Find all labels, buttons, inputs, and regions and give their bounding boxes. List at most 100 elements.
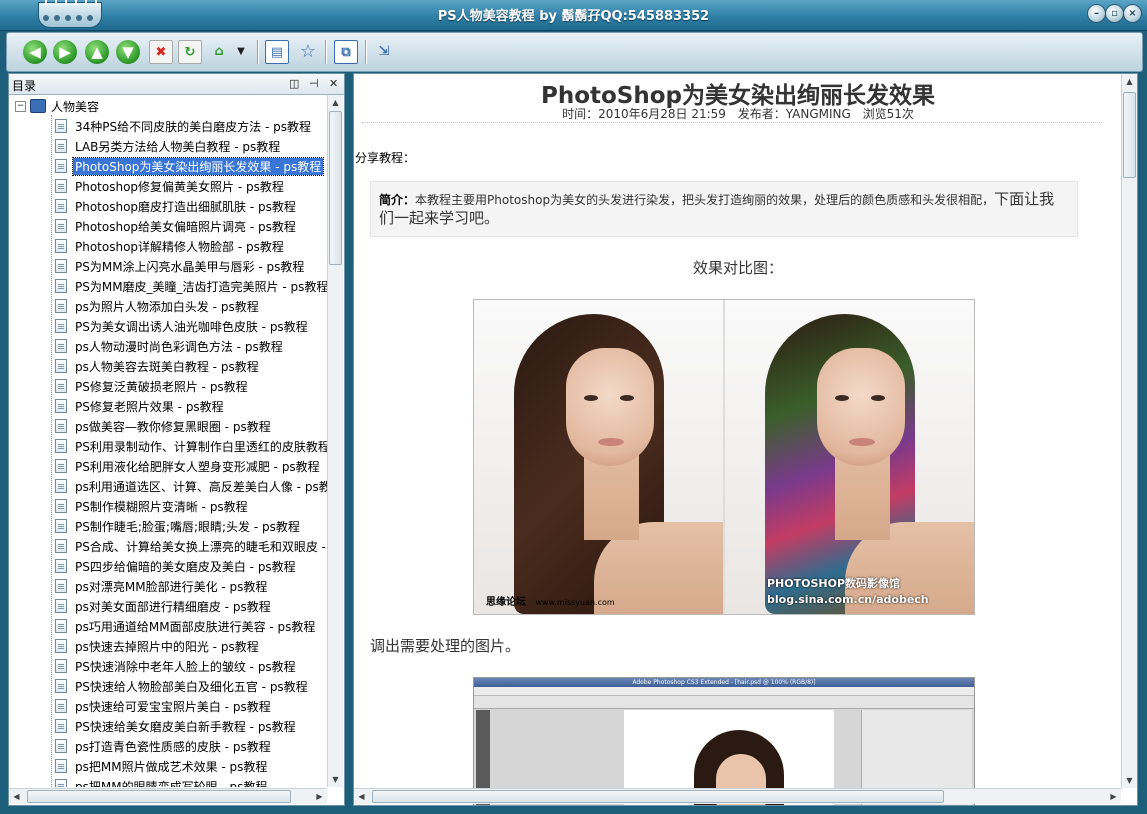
article-divider [362,122,1102,123]
close-button[interactable]: × [1123,4,1142,23]
tree-item[interactable]: ps快速去掉照片中的阳光 - ps教程 [41,636,327,656]
pane-dock-icon[interactable]: ◫ [289,77,299,90]
article-pane: PhotoShop为美女染出绚丽长发效果 时间：2010年6月28日 21:59… [353,73,1138,806]
article-hscroll-thumb[interactable] [372,790,944,803]
home-dropdown-button[interactable]: ▼ [235,40,247,62]
scroll-up-icon[interactable]: ▲ [1122,74,1137,89]
favorites-button[interactable]: ☆ [297,40,319,62]
document-icon [55,719,67,733]
maximize-icon: ▫ [1111,8,1118,19]
tree-item-label: ps做美容—教你修复黑眼圈 - ps教程 [75,419,271,434]
document-icon [55,399,67,413]
scroll-down-icon[interactable]: ▼ [328,772,343,787]
tree-item[interactable]: PS利用录制动作、计算制作白里透红的皮肤教程 [41,436,327,456]
tree-item[interactable]: ps巧用通道给MM面部皮肤进行美容 - ps教程 [41,616,327,636]
tree-item[interactable]: PS利用液化给肥胖女人塑身变形减肥 - ps教程 [41,456,327,476]
tree-item[interactable]: Photoshop修复偏黄美女照片 - ps教程 [41,176,327,196]
tree-item-label: ps为照片人物添加白头发 - ps教程 [75,299,259,314]
scroll-up-icon[interactable]: ▲ [328,95,343,110]
down-button[interactable]: ▼ [116,40,140,64]
face-shape [566,348,654,466]
tree-item[interactable]: PS为MM涂上闪亮水晶美甲与唇彩 - ps教程 [41,256,327,276]
forward-button[interactable]: ▶ [53,40,77,64]
tree-item[interactable]: ps利用通道选区、计算、高反差美白人像 - ps教 [41,476,327,496]
tree-item[interactable]: PS制作模糊照片变清晰 - ps教程 [41,496,327,516]
tree-item[interactable]: ps快速给可爱宝宝照片美白 - ps教程 [41,696,327,716]
tree-item[interactable]: 34种PS给不同皮肤的美白磨皮方法 - ps教程 [41,116,327,136]
tree-item-label: PS为美女调出诱人油光咖啡色皮肤 - ps教程 [75,319,308,334]
article-vertical-scrollbar[interactable]: ▲ ▼ [1121,74,1137,788]
scroll-left-icon[interactable]: ◀ [354,789,369,804]
tree-item[interactable]: ps为照片人物添加白头发 - ps教程 [41,296,327,316]
refresh-button[interactable]: ↻ [178,40,202,64]
tree-item[interactable]: ps对美女面部进行精细磨皮 - ps教程 [41,596,327,616]
tree-item[interactable]: PS四步给偏暗的美女磨皮及美白 - ps教程 [41,556,327,576]
tree-item[interactable]: LAB另类方法给人物美白教程 - ps教程 [41,136,327,156]
tree-item-label: 34种PS给不同皮肤的美白磨皮方法 - ps教程 [75,119,311,134]
article-views: 浏览51次 [862,107,914,121]
share-label[interactable]: 分享教程： [355,149,415,166]
toolbar-separator [325,40,327,64]
home-button[interactable]: ⌂ [208,40,230,62]
tree-item[interactable]: PS为美女调出诱人油光咖啡色皮肤 - ps教程 [41,316,327,336]
before-after-image: 思缘论坛 www.missyuan.com PHOTOSHOP数码影像馆 blo… [473,299,975,615]
book-icon [30,99,46,113]
tree-item[interactable]: PS为MM磨皮_美瞳_洁齿打造完美照片 - ps教程 [41,276,327,296]
toc-hscroll-thumb[interactable] [27,790,291,803]
document-icon [55,579,67,593]
toc-vscroll-thumb[interactable] [329,111,342,265]
tree-item[interactable]: ps对漂亮MM脸部进行美化 - ps教程 [41,576,327,596]
toolbar: ◀ ▶ ▲ ▼ ✖ ↻ ⌂ ▼ ▤ ☆ ⧉ ⇲ [6,32,1143,72]
arrow-up-icon: ▲ [91,43,103,61]
tree-item[interactable]: PS制作睫毛;脸蛋;嘴唇;眼睛;头发 - ps教程 [41,516,327,536]
window-button[interactable]: ⧉ [334,40,358,64]
tree-item[interactable]: PS修复泛黄破损老照片 - ps教程 [41,376,327,396]
back-button[interactable]: ◀ [23,40,47,64]
scroll-down-icon[interactable]: ▼ [1122,773,1137,788]
article-horizontal-scrollbar[interactable]: ◀ ▶ [354,788,1121,804]
scroll-right-icon[interactable]: ▶ [312,789,327,804]
tree-item-label: PS快速消除中老年人脸上的皱纹 - ps教程 [75,659,296,674]
pane-close-icon[interactable]: ✕ [329,77,338,90]
tree-item[interactable]: PS合成、计算给美女换上漂亮的睫毛和双眼皮 - [41,536,327,556]
tree-root-node[interactable]: − 人物美容 [15,97,99,115]
tree-item[interactable]: ps把MM的眼睛变成写轮眼 - ps教程 [41,776,327,787]
tree-item-label: PS四步给偏暗的美女磨皮及美白 - ps教程 [75,559,296,574]
tree-item[interactable]: PS快速给美女磨皮美白新手教程 - ps教程 [41,716,327,736]
tree-item[interactable]: ps做美容—教你修复黑眼圈 - ps教程 [41,416,327,436]
exit-button[interactable]: ⇲ [373,40,395,62]
tree-item-label: ps快速去掉照片中的阳光 - ps教程 [75,639,259,654]
tree-item-label: PS合成、计算给美女换上漂亮的睫毛和双眼皮 - [75,539,326,554]
tree-item[interactable]: ps人物美容去斑美白教程 - ps教程 [41,356,327,376]
tree-item[interactable]: PS快速给人物脸部美白及细化五官 - ps教程 [41,676,327,696]
tree-item[interactable]: ps人物动漫时尚色彩调色方法 - ps教程 [41,336,327,356]
document-icon [55,519,67,533]
article-vscroll-thumb[interactable] [1123,92,1136,178]
tree-item[interactable]: ps打造青色瓷性质感的皮肤 - ps教程 [41,736,327,756]
tree-item[interactable]: PS修复老照片效果 - ps教程 [41,396,327,416]
document-icon [55,739,67,753]
tree-item[interactable]: Photoshop详解精修人物脸部 - ps教程 [41,236,327,256]
up-button[interactable]: ▲ [85,40,109,64]
tree-item[interactable]: ps把MM照片做成艺术效果 - ps教程 [41,756,327,776]
tree-item[interactable]: Photoshop磨皮打造出细腻肌肤 - ps教程 [41,196,327,216]
tree-item-label: PS利用录制动作、计算制作白里透红的皮肤教程 [75,439,327,454]
document-icon [55,659,67,673]
stop-button[interactable]: ✖ [149,40,173,64]
scroll-right-icon[interactable]: ▶ [1106,789,1121,804]
tree-item-label: Photoshop详解精修人物脸部 - ps教程 [75,239,284,254]
tree-item-label: PS修复泛黄破损老照片 - ps教程 [75,379,248,394]
collapse-icon[interactable]: − [15,100,26,112]
toc-vertical-scrollbar[interactable]: ▲ ▼ [327,95,343,787]
title-bar[interactable]: PS人物美容教程 by 鬍鬍孖QQ:545883352 – ▫ × [0,0,1147,31]
document-icon [55,619,67,633]
tree-item[interactable]: PS快速消除中老年人脸上的皱纹 - ps教程 [41,656,327,676]
toc-button[interactable]: ▤ [265,40,289,64]
minimize-button[interactable]: – [1087,4,1106,23]
toc-horizontal-scrollbar[interactable]: ◀ ▶ [9,788,327,804]
scroll-left-icon[interactable]: ◀ [9,789,24,804]
tree-item[interactable]: Photoshop给美女偏暗照片调亮 - ps教程 [41,216,327,236]
tree-item[interactable]: PhotoShop为美女染出绚丽长发效果 - ps教程 [41,156,327,176]
pin-icon[interactable]: ⊣ [309,77,319,90]
maximize-button[interactable]: ▫ [1105,4,1124,23]
